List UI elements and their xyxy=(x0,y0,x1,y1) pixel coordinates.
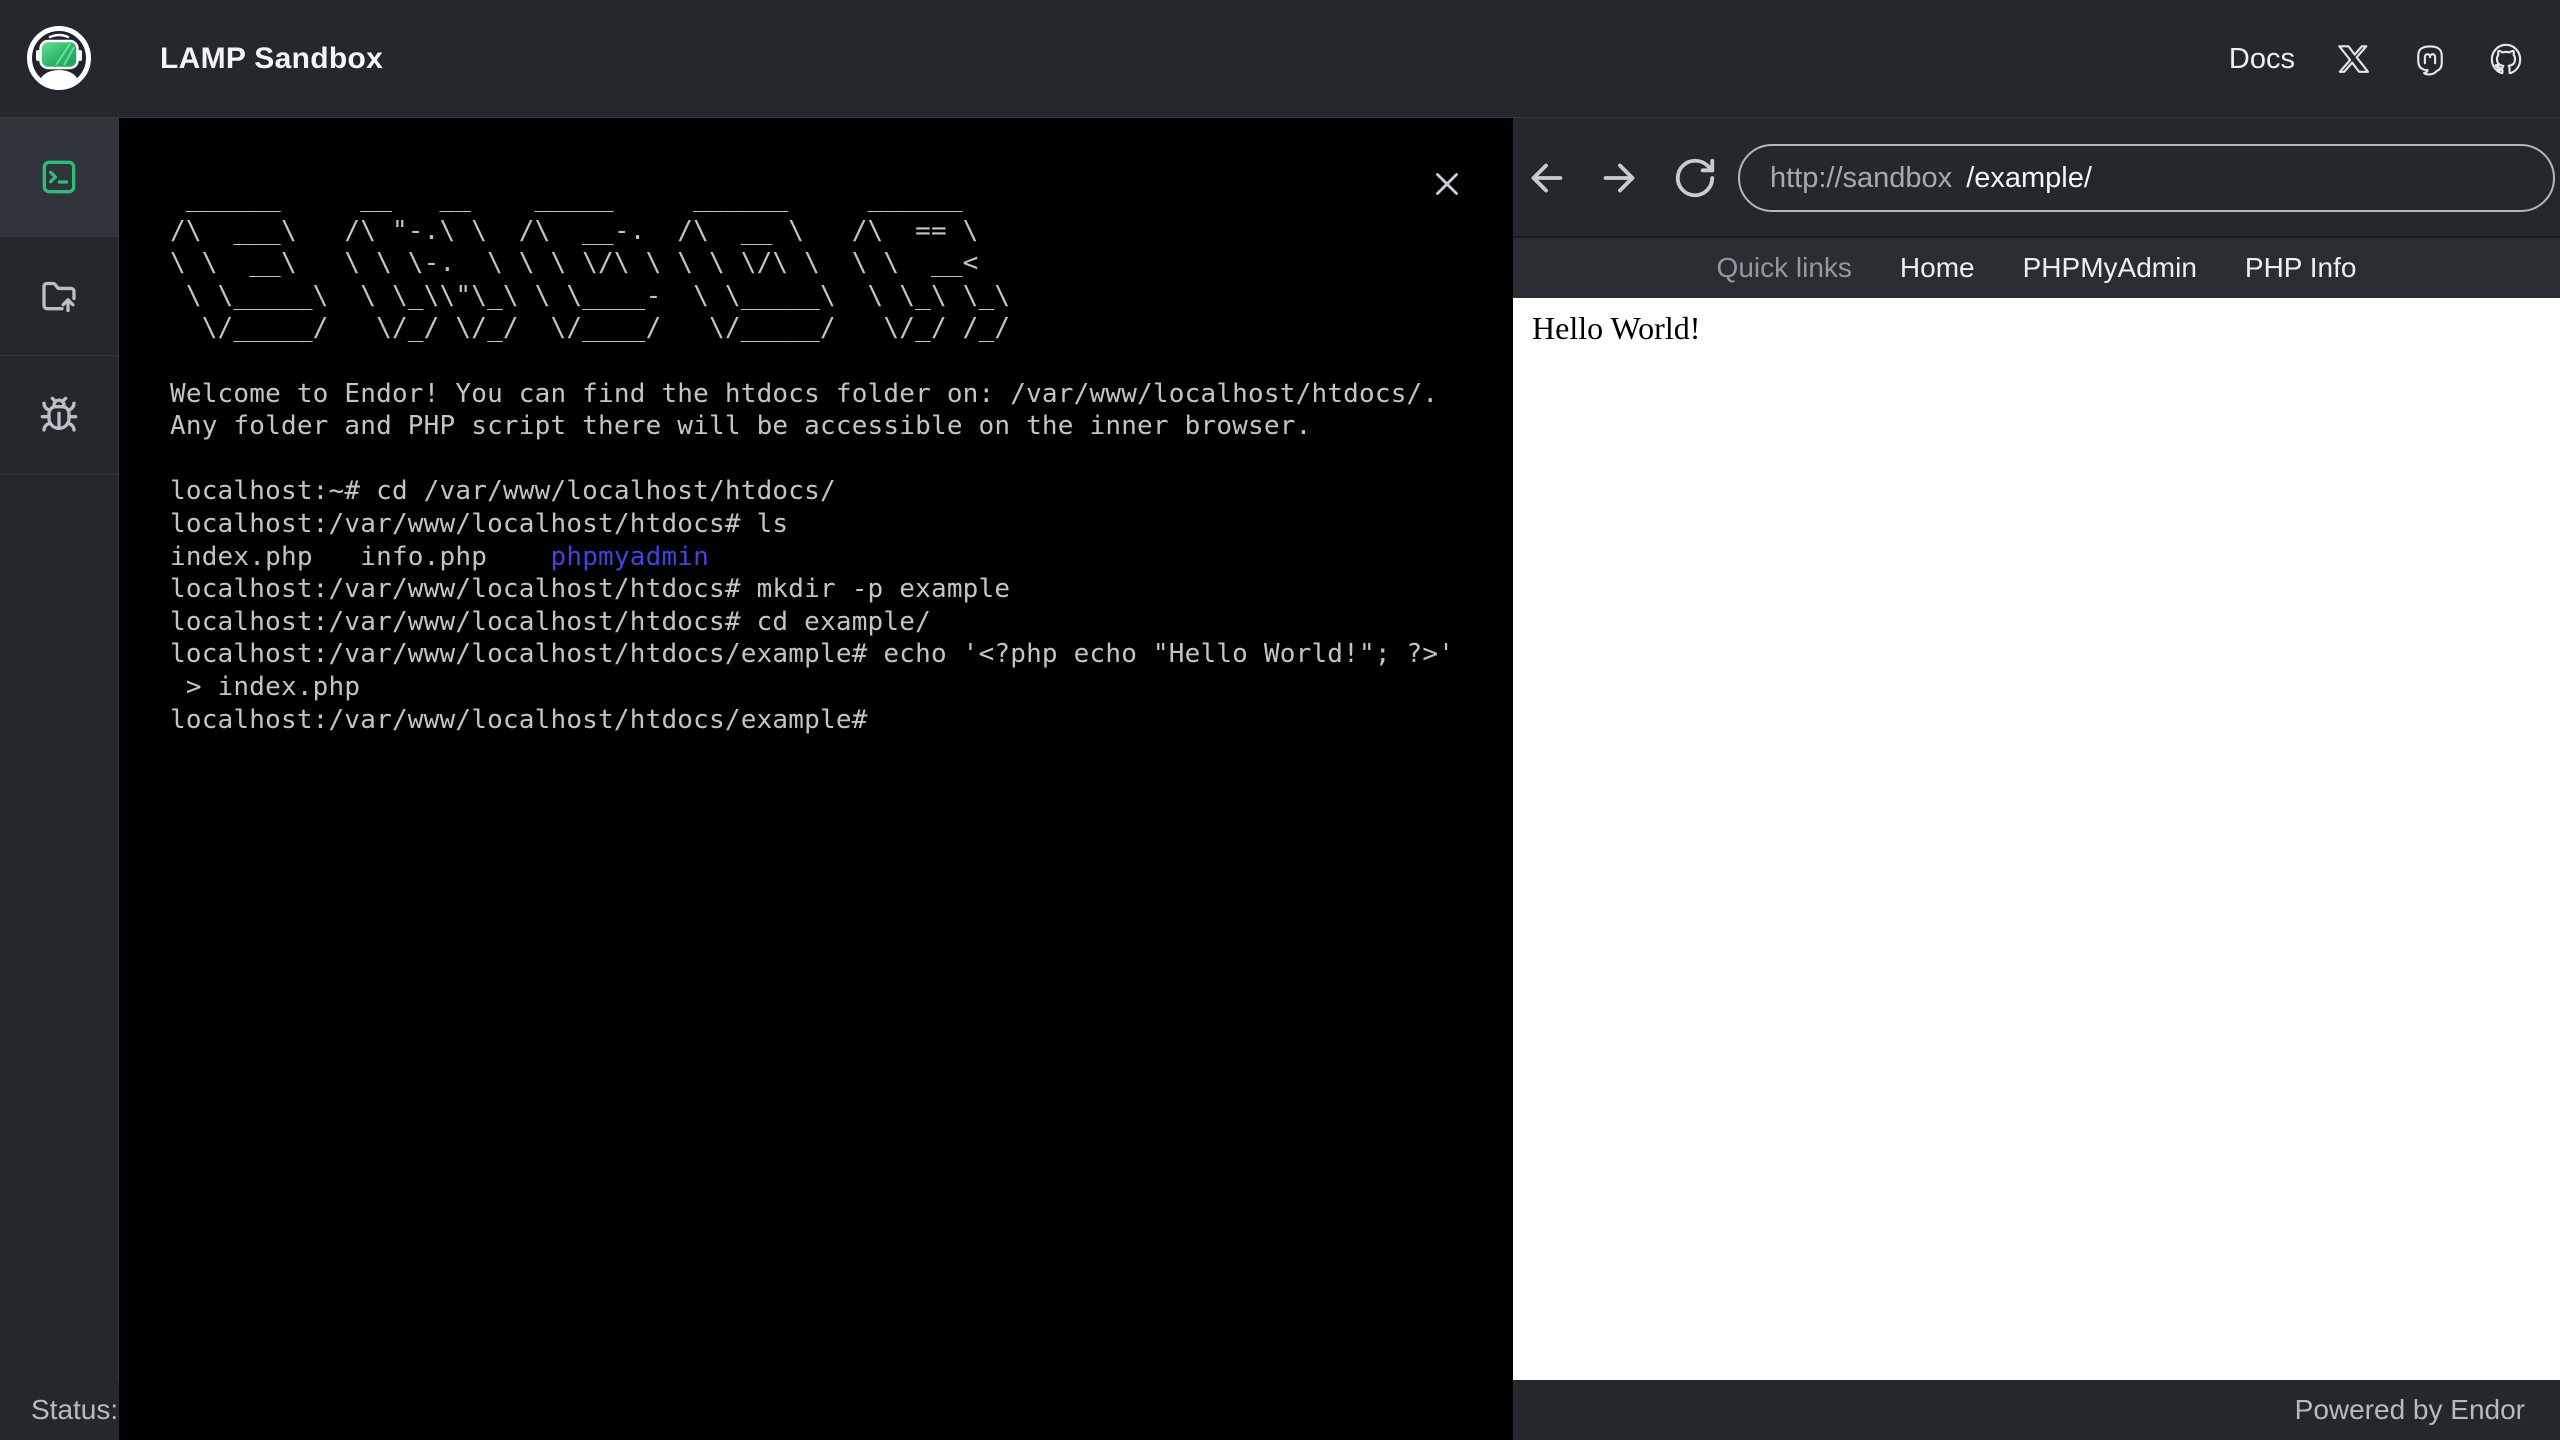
quick-link-phpinfo[interactable]: PHP Info xyxy=(2245,252,2357,284)
terminal-icon xyxy=(42,160,76,194)
quick-link-home[interactable]: Home xyxy=(1900,252,1975,284)
terminal-close-button[interactable] xyxy=(1425,162,1469,206)
mastodon-icon[interactable] xyxy=(2413,42,2447,76)
docs-link[interactable]: Docs xyxy=(2229,43,2295,76)
inner-browser: http://sandbox /example/ Quick links Hom… xyxy=(1513,118,2560,1380)
forward-button[interactable] xyxy=(1596,154,1644,202)
sidebar xyxy=(0,118,119,1380)
github-icon[interactable] xyxy=(2489,42,2523,76)
arrow-right-icon xyxy=(1603,163,1635,193)
page-body-text: Hello World! xyxy=(1532,310,1701,346)
arrow-left-icon xyxy=(1531,163,1563,193)
refresh-icon xyxy=(1675,158,1715,198)
terminal-window: ______ __ __ _____ ______ ______ /\ ___\… xyxy=(119,118,1513,1440)
x-logo-icon[interactable] xyxy=(2337,42,2371,76)
sidebar-item-terminal[interactable] xyxy=(0,118,118,237)
app-logo xyxy=(26,25,92,91)
bug-icon xyxy=(40,396,78,432)
url-value[interactable]: /example/ xyxy=(1966,162,2092,195)
folder-upload-icon xyxy=(42,281,76,312)
quick-links-label: Quick links xyxy=(1716,252,1852,283)
quick-link-phpmyadmin[interactable]: PHPMyAdmin xyxy=(2023,252,2197,284)
sidebar-item-debug[interactable] xyxy=(0,356,118,475)
header-actions: Docs xyxy=(2229,0,2523,118)
terminal-output[interactable]: ______ __ __ _____ ______ ______ /\ ___\… xyxy=(119,118,1513,736)
refresh-button[interactable] xyxy=(1672,154,1720,202)
url-bar[interactable]: http://sandbox /example/ xyxy=(1738,144,2555,212)
header: LAMP Sandbox Docs xyxy=(0,0,2560,118)
close-icon xyxy=(1436,173,1458,195)
url-prefix: http://sandbox xyxy=(1770,161,1953,194)
helmet-logo-icon xyxy=(27,26,91,90)
browser-viewport: Hello World! xyxy=(1513,298,2560,1380)
back-button[interactable] xyxy=(1524,154,1572,202)
page-title: LAMP Sandbox xyxy=(160,42,384,75)
browser-toolbar: http://sandbox /example/ xyxy=(1513,118,2560,238)
status-text: Status: xyxy=(31,1394,119,1425)
sidebar-item-upload-files[interactable] xyxy=(0,237,118,356)
powered-by-text: Powered by Endor xyxy=(2294,1394,2525,1425)
quick-links-bar: Quick links Home PHPMyAdmin PHP Info xyxy=(1513,238,2560,298)
